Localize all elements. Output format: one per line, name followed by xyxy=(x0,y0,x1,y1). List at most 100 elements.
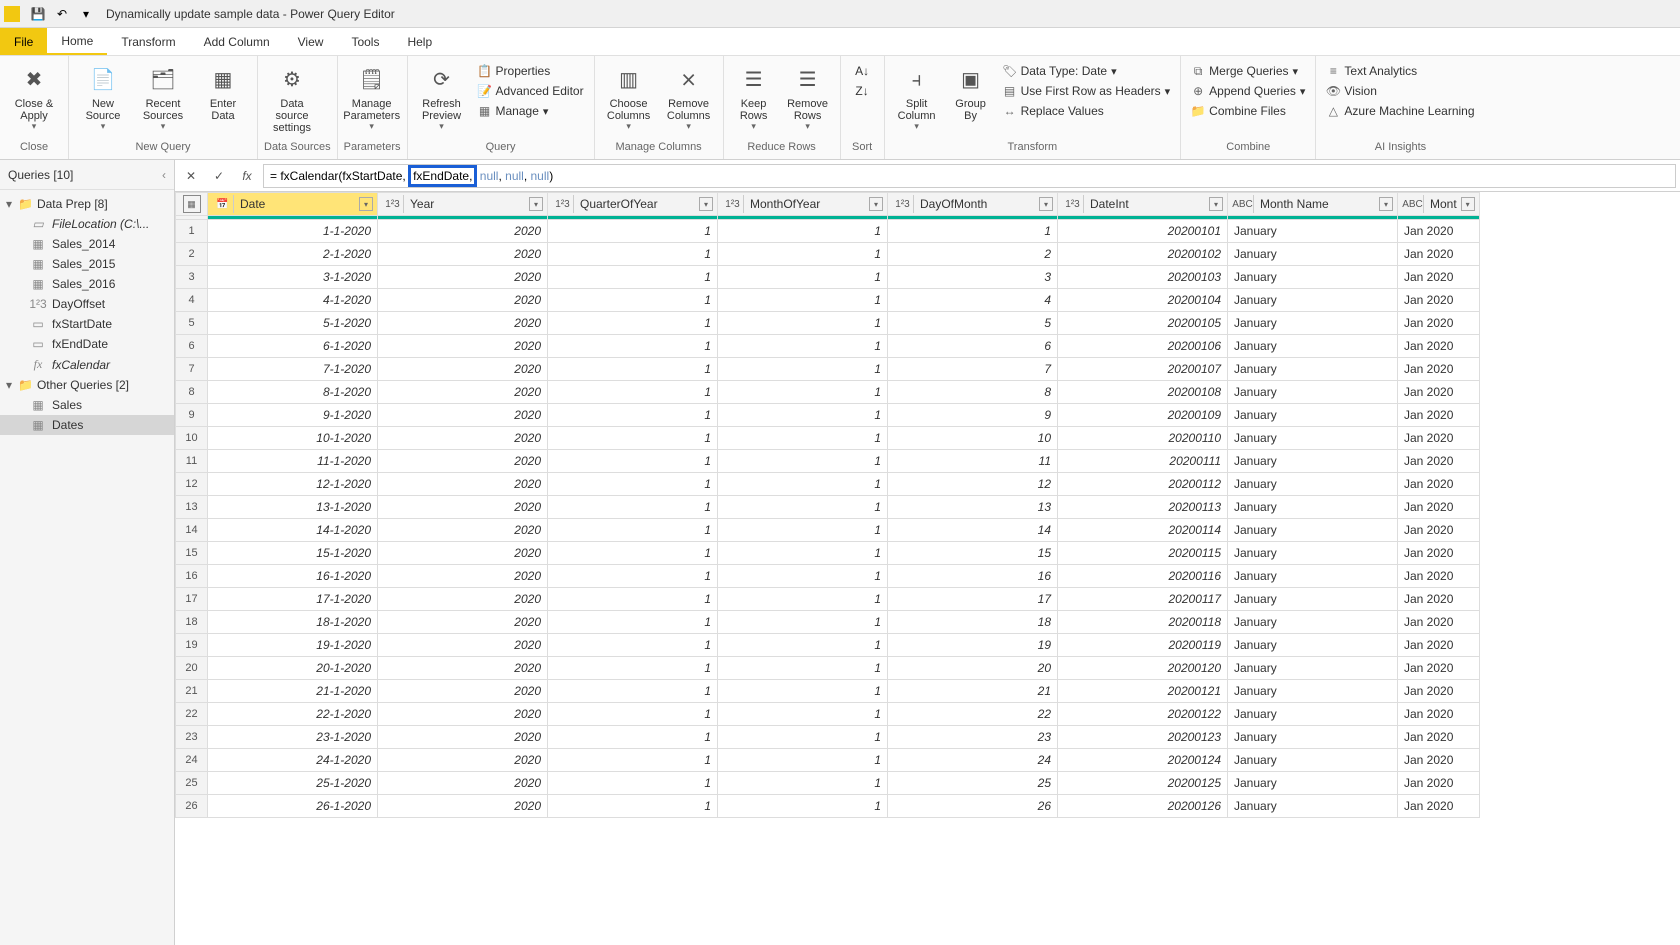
collapse-pane-icon[interactable]: ‹ xyxy=(162,168,166,182)
cell[interactable]: 8-1-2020 xyxy=(208,381,378,404)
cell[interactable]: Jan 2020 xyxy=(1398,358,1480,381)
row-header[interactable]: 12 xyxy=(176,473,208,496)
cell[interactable]: 2020 xyxy=(378,335,548,358)
cell[interactable]: Jan 2020 xyxy=(1398,519,1480,542)
cell[interactable]: January xyxy=(1228,496,1398,519)
cell[interactable]: 19 xyxy=(888,634,1058,657)
cell[interactable]: 2020 xyxy=(378,519,548,542)
cell[interactable]: Jan 2020 xyxy=(1398,588,1480,611)
table-row[interactable]: 2424-1-20202020112420200124JanuaryJan 20… xyxy=(176,749,1480,772)
cell[interactable]: 2020 xyxy=(378,703,548,726)
cell[interactable]: 1 xyxy=(718,542,888,565)
row-header[interactable]: 15 xyxy=(176,542,208,565)
cell[interactable]: 1 xyxy=(548,565,718,588)
table-row[interactable]: 55-1-2020202011520200105JanuaryJan 2020 xyxy=(176,312,1480,335)
cell[interactable]: Jan 2020 xyxy=(1398,703,1480,726)
query-item-fxstartdate[interactable]: ▭fxStartDate xyxy=(0,314,174,334)
column-header-year[interactable]: 1²3Year▾ xyxy=(378,193,548,216)
cell[interactable]: 2020 xyxy=(378,657,548,680)
menu-transform[interactable]: Transform xyxy=(107,28,189,55)
select-all-corner[interactable]: ▦ xyxy=(176,193,208,216)
table-row[interactable]: 77-1-2020202011720200107JanuaryJan 2020 xyxy=(176,358,1480,381)
cell[interactable]: Jan 2020 xyxy=(1398,726,1480,749)
cell[interactable]: 4 xyxy=(888,289,1058,312)
table-row[interactable]: 2323-1-20202020112320200123JanuaryJan 20… xyxy=(176,726,1480,749)
cell[interactable]: 23 xyxy=(888,726,1058,749)
data-source-settings-button[interactable]: ⚙Data source settings xyxy=(264,62,320,136)
cell[interactable]: 2 xyxy=(888,243,1058,266)
cell[interactable]: 11 xyxy=(888,450,1058,473)
qat-dropdown-icon[interactable]: ▾ xyxy=(76,4,96,24)
cell[interactable]: 2020 xyxy=(378,634,548,657)
table-row[interactable]: 88-1-2020202011820200108JanuaryJan 2020 xyxy=(176,381,1480,404)
cell[interactable]: 1 xyxy=(718,266,888,289)
row-header[interactable]: 2 xyxy=(176,243,208,266)
row-header[interactable]: 22 xyxy=(176,703,208,726)
cell[interactable]: Jan 2020 xyxy=(1398,220,1480,243)
cell[interactable]: 20200108 xyxy=(1058,381,1228,404)
filter-button[interactable]: ▾ xyxy=(1379,197,1393,211)
menu-help[interactable]: Help xyxy=(393,28,446,55)
cell[interactable]: 1 xyxy=(548,312,718,335)
cell[interactable]: 1 xyxy=(548,703,718,726)
cell[interactable]: 1 xyxy=(718,496,888,519)
cell[interactable]: January xyxy=(1228,749,1398,772)
cell[interactable]: January xyxy=(1228,358,1398,381)
cell[interactable]: Jan 2020 xyxy=(1398,312,1480,335)
table-row[interactable]: 1616-1-20202020111620200116JanuaryJan 20… xyxy=(176,565,1480,588)
row-header[interactable]: 19 xyxy=(176,634,208,657)
cell[interactable]: 4-1-2020 xyxy=(208,289,378,312)
cell[interactable]: 1 xyxy=(548,749,718,772)
table-row[interactable]: 22-1-2020202011220200102JanuaryJan 2020 xyxy=(176,243,1480,266)
query-item-sales[interactable]: ▦Sales xyxy=(0,395,174,415)
filter-button[interactable]: ▾ xyxy=(1209,197,1223,211)
cell[interactable]: Jan 2020 xyxy=(1398,680,1480,703)
table-row[interactable]: 11-1-2020202011120200101JanuaryJan 2020 xyxy=(176,220,1480,243)
cell[interactable]: 12 xyxy=(888,473,1058,496)
table-row[interactable]: 2222-1-20202020112220200122JanuaryJan 20… xyxy=(176,703,1480,726)
cell[interactable]: Jan 2020 xyxy=(1398,542,1480,565)
cell[interactable]: January xyxy=(1228,519,1398,542)
row-header[interactable]: 6 xyxy=(176,335,208,358)
query-item-sales-2016[interactable]: ▦Sales_2016 xyxy=(0,274,174,294)
cell[interactable]: 1 xyxy=(718,657,888,680)
folder-other-queries[interactable]: ▾ 📁 Other Queries [2] xyxy=(0,375,174,395)
cell[interactable]: 2020 xyxy=(378,611,548,634)
cell[interactable]: 2020 xyxy=(378,358,548,381)
table-row[interactable]: 2626-1-20202020112620200126JanuaryJan 20… xyxy=(176,795,1480,818)
cell[interactable]: Jan 2020 xyxy=(1398,611,1480,634)
table-row[interactable]: 1818-1-20202020111820200118JanuaryJan 20… xyxy=(176,611,1480,634)
cell[interactable]: 20200122 xyxy=(1058,703,1228,726)
cell[interactable]: Jan 2020 xyxy=(1398,772,1480,795)
row-header[interactable]: 11 xyxy=(176,450,208,473)
type-icon[interactable]: 1²3 xyxy=(892,195,914,213)
cell[interactable]: Jan 2020 xyxy=(1398,404,1480,427)
cell[interactable]: 2020 xyxy=(378,289,548,312)
cell[interactable]: 1 xyxy=(548,496,718,519)
cell[interactable]: 20200107 xyxy=(1058,358,1228,381)
cell[interactable]: January xyxy=(1228,289,1398,312)
cell[interactable]: 15 xyxy=(888,542,1058,565)
cell[interactable]: 1 xyxy=(548,243,718,266)
query-item-fxenddate[interactable]: ▭fxEndDate xyxy=(0,334,174,354)
cell[interactable]: 26-1-2020 xyxy=(208,795,378,818)
remove-rows-button[interactable]: ☰Remove Rows▾ xyxy=(782,62,834,134)
cell[interactable]: 1 xyxy=(718,703,888,726)
cell[interactable]: 14 xyxy=(888,519,1058,542)
cell[interactable]: 5 xyxy=(888,312,1058,335)
cell[interactable]: 7-1-2020 xyxy=(208,358,378,381)
cell[interactable]: 1 xyxy=(718,795,888,818)
cell[interactable]: 1 xyxy=(548,335,718,358)
cell[interactable]: 1 xyxy=(548,657,718,680)
cell[interactable]: January xyxy=(1228,473,1398,496)
cell[interactable]: 20200125 xyxy=(1058,772,1228,795)
query-item-fxcalendar[interactable]: fxfxCalendar xyxy=(0,354,174,375)
cell[interactable]: 18 xyxy=(888,611,1058,634)
cell[interactable]: 1 xyxy=(718,358,888,381)
column-header-monthofyear[interactable]: 1²3MonthOfYear▾ xyxy=(718,193,888,216)
cell[interactable]: 1 xyxy=(718,427,888,450)
type-icon[interactable]: 1²3 xyxy=(382,195,404,213)
cell[interactable]: Jan 2020 xyxy=(1398,565,1480,588)
cell[interactable]: 1 xyxy=(718,450,888,473)
choose-columns-button[interactable]: ▥Choose Columns▾ xyxy=(601,62,657,134)
